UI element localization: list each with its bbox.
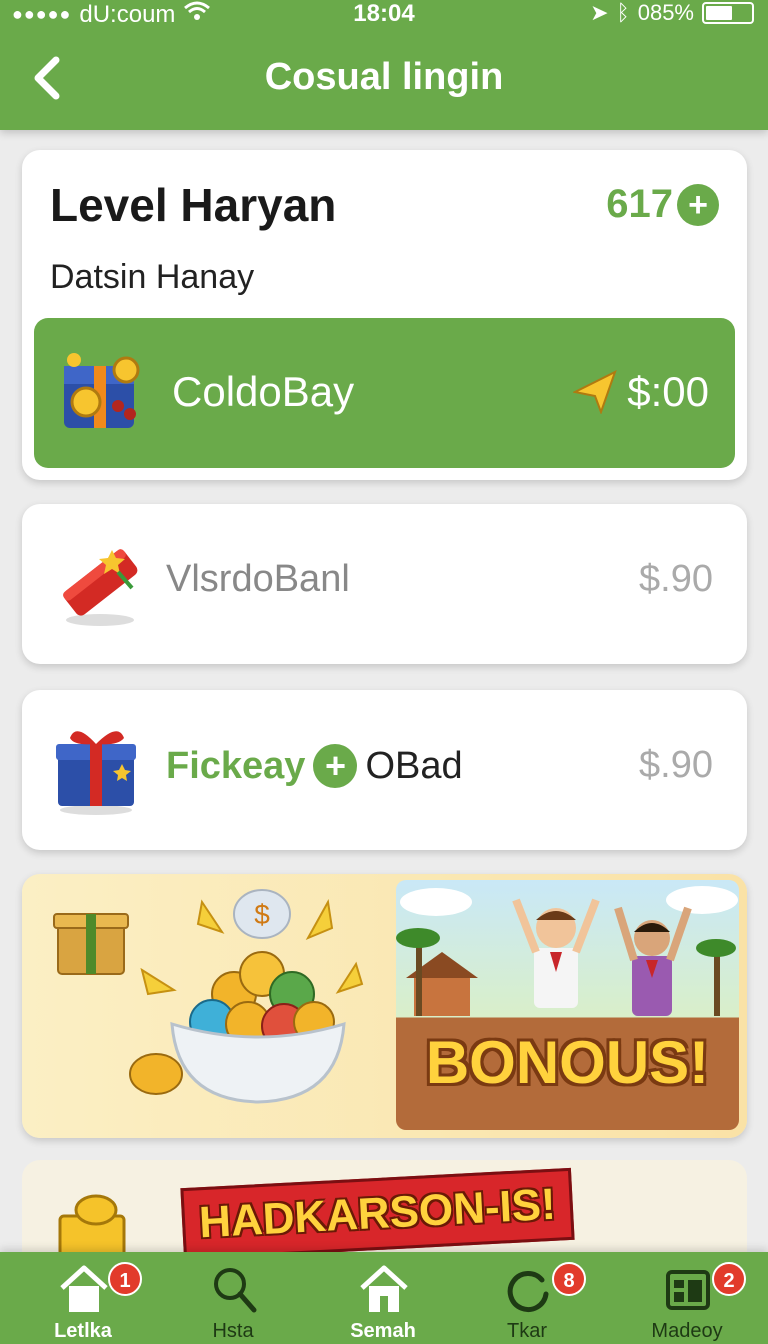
battery-percent: 085% bbox=[637, 0, 694, 25]
highlight-offer-row[interactable]: ColdoBay $:00 bbox=[34, 318, 735, 468]
level-title: Level Haryan bbox=[50, 179, 337, 231]
status-bar: ●●●●● dU:coum 18:04 ➤ ᛒ 085% bbox=[0, 0, 768, 32]
treasure-box-icon bbox=[64, 353, 140, 428]
app-header: ●●●●● dU:coum 18:04 ➤ ᛒ 085% Cosual ling… bbox=[0, 0, 768, 130]
bonus-banner[interactable]: $ BONOUS! bbox=[22, 874, 747, 1138]
dashboard-icon bbox=[666, 1270, 710, 1310]
nav-item-letlka[interactable]: 1 Letlka bbox=[8, 1252, 158, 1344]
status-right: ➤ ᛒ 085% bbox=[590, 0, 754, 26]
svg-text:$: $ bbox=[254, 899, 270, 930]
nav-label: Tkar bbox=[507, 1320, 547, 1342]
bonus-text: BONOUS! bbox=[425, 1029, 710, 1096]
nav-item-tkar[interactable]: 8 Tkar bbox=[452, 1252, 602, 1344]
gift-box-icon bbox=[56, 731, 136, 815]
level-card: Level Haryan 617 + Datsin Hanay ColdoBay… bbox=[22, 150, 747, 480]
notification-badge: 8 bbox=[552, 1262, 586, 1296]
notification-badge: 1 bbox=[108, 1262, 142, 1296]
bluetooth-icon: ᛒ bbox=[616, 0, 630, 25]
firecracker-icon bbox=[63, 549, 138, 626]
kids-cheering-illustration bbox=[396, 886, 738, 1016]
notification-badge: 2 bbox=[712, 1262, 746, 1296]
offer-price-1: $.90 bbox=[639, 558, 713, 600]
offer-label-2-dark: OBad bbox=[365, 744, 463, 787]
nav-item-madeoy[interactable]: 2 Madeoy bbox=[612, 1252, 762, 1344]
home-icon bbox=[360, 1265, 408, 1312]
nav-item-hsta[interactable]: Hsta bbox=[158, 1252, 308, 1344]
search-icon bbox=[214, 1268, 257, 1313]
points-display[interactable]: 617 + bbox=[606, 182, 719, 227]
offer-label-2-green: Fickeay bbox=[166, 744, 306, 787]
highlight-offer-price: $:00 bbox=[573, 368, 709, 416]
offer-label-1: VlsrdoBanl bbox=[166, 558, 350, 600]
bottom-nav: 1 Letlka Hsta Semah 8 Tkar 2 Madeoy bbox=[0, 1252, 768, 1344]
nav-label: Letlka bbox=[54, 1320, 112, 1342]
home-icon bbox=[60, 1265, 108, 1312]
offer-card-1[interactable]: VlsrdoBanl $.90 bbox=[22, 504, 747, 664]
bonus-panel: BONOUS! bbox=[396, 880, 739, 1130]
paper-plane-icon bbox=[573, 370, 618, 414]
battery-icon bbox=[702, 2, 754, 24]
offer-card-2[interactable]: Fickeay + OBad $.90 bbox=[22, 690, 747, 850]
highlight-offer-label: ColdoBay bbox=[172, 368, 355, 415]
level-subtitle: Datsin Hanay bbox=[50, 258, 255, 296]
nav-item-semah[interactable]: Semah bbox=[308, 1252, 458, 1344]
points-value: 617 bbox=[606, 182, 673, 226]
coin-bowl-illustration: $ bbox=[53, 889, 364, 1104]
nav-label: Semah bbox=[350, 1320, 416, 1342]
refresh-icon bbox=[507, 1271, 549, 1312]
highlight-price-value: $:00 bbox=[627, 368, 709, 415]
nav-label: Madeoy bbox=[651, 1320, 723, 1342]
offer-label-2: Fickeay + OBad bbox=[166, 744, 463, 788]
promo-text: HADKARSON-IS! bbox=[180, 1167, 575, 1261]
plus-icon[interactable]: + bbox=[313, 744, 358, 788]
page-title: Cosual lingin bbox=[264, 56, 504, 98]
nav-label: Hsta bbox=[212, 1320, 254, 1342]
offer-price-2: $.90 bbox=[639, 744, 713, 786]
location-arrow-icon: ➤ bbox=[590, 0, 609, 25]
plus-icon[interactable]: + bbox=[677, 183, 719, 226]
